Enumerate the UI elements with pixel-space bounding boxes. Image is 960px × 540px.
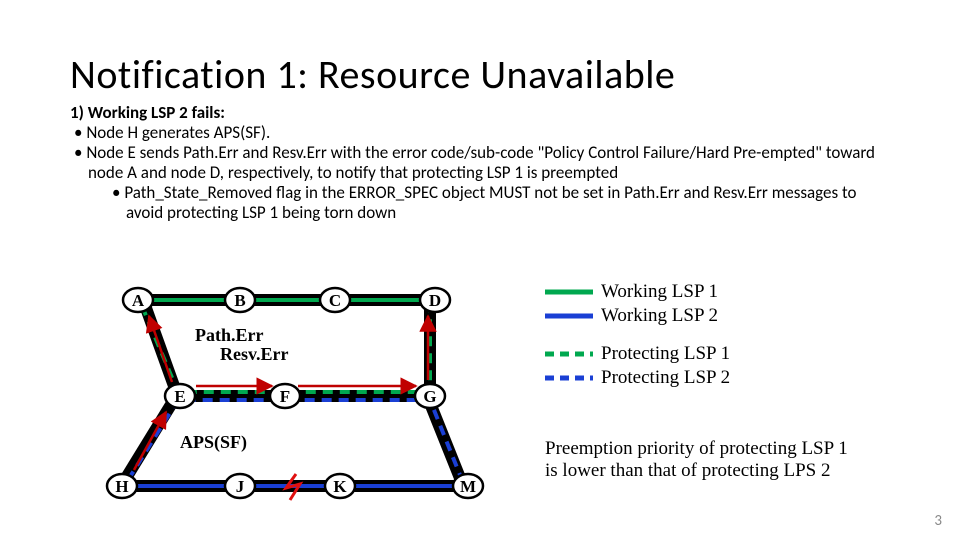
svg-text:K: K [333,477,347,496]
annotation-resv-err: Resv.Err [220,344,288,365]
slide-number: 3 [934,512,942,530]
bullet-1: 1) Working LSP 2 fails: [70,103,890,123]
node-C: C [320,288,350,312]
node-E: E [165,384,195,408]
bullet-3: • Node E sends Path.Err and Resv.Err wit… [88,143,890,183]
node-M: M [453,474,483,498]
legend-protecting-lsp-1: Protecting LSP 1 [545,342,730,366]
priority-note: Preemption priority of protecting LSP 1 … [545,438,865,482]
svg-text:G: G [423,387,436,406]
svg-text:M: M [460,477,476,496]
node-J: J [225,474,255,498]
annotation-aps-sf: APS(SF) [180,432,247,453]
svg-text:D: D [429,291,441,310]
page-title: Notification 1: Resource Unavailable [70,50,675,99]
node-G: G [415,384,445,408]
legend-working-lsp-1: Working LSP 1 [545,280,730,304]
legend-working-lsp-2: Working LSP 2 [545,304,730,328]
svg-text:H: H [115,477,128,496]
legend-protecting-lsp-2: Protecting LSP 2 [545,366,730,390]
bullet-2: • Node H generates APS(SF). [88,123,890,143]
legend: Working LSP 1 Working LSP 2 Protecting L… [545,280,730,390]
node-F: F [270,384,300,408]
svg-text:J: J [236,477,245,496]
node-D: D [420,288,450,312]
svg-text:C: C [329,291,341,310]
svg-text:E: E [174,387,185,406]
network-diagram: A B C D E F G H J K M [100,278,500,508]
svg-text:B: B [234,291,245,310]
node-K: K [325,474,355,498]
node-A: A [123,288,153,312]
node-B: B [225,288,255,312]
bullet-list: 1) Working LSP 2 fails: • Node H generat… [70,103,890,223]
annotation-path-err: Path.Err [195,325,263,346]
svg-text:A: A [132,291,145,310]
svg-text:F: F [280,387,290,406]
bullet-4: • Path_State_Removed flag in the ERROR_S… [126,183,890,223]
node-H: H [107,474,137,498]
